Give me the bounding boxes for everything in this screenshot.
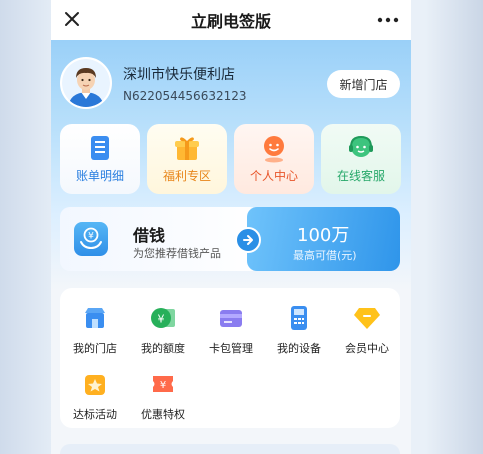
user-avatar-icon <box>62 59 110 107</box>
activity-icon <box>85 375 105 395</box>
loan-amount: 100万 <box>297 225 350 246</box>
service-label: 我的设备 <box>277 342 321 355</box>
more-options-icon[interactable] <box>375 10 401 30</box>
gift-icon <box>175 137 199 160</box>
service-my-store[interactable]: 我的门店 <box>63 304 127 356</box>
bill-icon <box>91 136 109 160</box>
coupon-icon: ¥ <box>153 376 173 392</box>
service-target-activity[interactable]: 达标活动 <box>63 370 127 422</box>
service-label: 会员中心 <box>345 342 389 355</box>
loan-amount-panel[interactable]: 100万 最高可借(元) <box>247 207 400 271</box>
loan-amount-label: 最高可借(元) <box>293 249 357 262</box>
loan-subtitle: 为您推荐借钱产品 <box>133 247 221 260</box>
loan-icon: ¥ <box>74 222 108 256</box>
next-card-partial <box>60 444 400 454</box>
store-id: N622054456632123 <box>123 89 247 103</box>
person-icon <box>264 136 284 163</box>
service-label: 达标活动 <box>73 408 117 421</box>
svg-text:¥: ¥ <box>88 232 94 242</box>
card-wallet-icon <box>220 310 242 327</box>
svg-text:¥: ¥ <box>158 313 165 326</box>
tile-personal-center[interactable]: 个人中心 <box>234 124 314 194</box>
tile-label: 福利专区 <box>162 169 211 183</box>
tile-welfare-zone[interactable]: 福利专区 <box>147 124 227 194</box>
svg-text:¥: ¥ <box>160 380 166 391</box>
service-card-wallet[interactable]: 卡包管理 <box>199 304 263 356</box>
page-title: 立刷电签版 <box>190 12 271 31</box>
service-label: 优惠特权 <box>141 408 185 421</box>
loan-card[interactable]: ¥ 借钱 为您推荐借钱产品 <box>60 207 260 271</box>
service-discount-privilege[interactable]: ¥ 优惠特权 <box>131 370 195 422</box>
store-icon <box>85 308 105 328</box>
tile-label: 账单明细 <box>75 169 124 183</box>
avatar[interactable] <box>60 57 112 109</box>
service-member-center[interactable]: 会员中心 <box>335 304 399 356</box>
services-grid: 我的门店 ¥ 我的额度 卡包管理 我的设备 会员中心 达标活动 ¥ 优惠特权 <box>60 288 400 428</box>
service-label: 卡包管理 <box>209 342 253 355</box>
service-label: 我的门店 <box>73 342 117 355</box>
customer-service-icon <box>349 135 373 157</box>
tile-label: 在线客服 <box>336 169 385 183</box>
device-icon <box>291 306 307 330</box>
nav-bar: 立刷电签版 <box>51 0 411 40</box>
quota-icon: ¥ <box>151 308 175 328</box>
phone-screen: 立刷电签版 深圳市快乐便利店 N622054456632123 新增门店 账单明… <box>51 0 411 454</box>
member-icon <box>354 308 380 329</box>
tile-online-service[interactable]: 在线客服 <box>321 124 401 194</box>
service-my-device[interactable]: 我的设备 <box>267 304 331 356</box>
tile-label: 个人中心 <box>249 169 298 183</box>
add-store-button[interactable]: 新增门店 <box>327 70 400 98</box>
arrow-right-icon[interactable] <box>235 227 261 253</box>
store-name: 深圳市快乐便利店 <box>123 67 235 83</box>
loan-title: 借钱 <box>133 226 166 245</box>
tile-bill-details[interactable]: 账单明细 <box>60 124 140 194</box>
service-my-quota[interactable]: ¥ 我的额度 <box>131 304 195 356</box>
close-icon[interactable] <box>61 8 83 30</box>
service-label: 我的额度 <box>141 342 185 355</box>
